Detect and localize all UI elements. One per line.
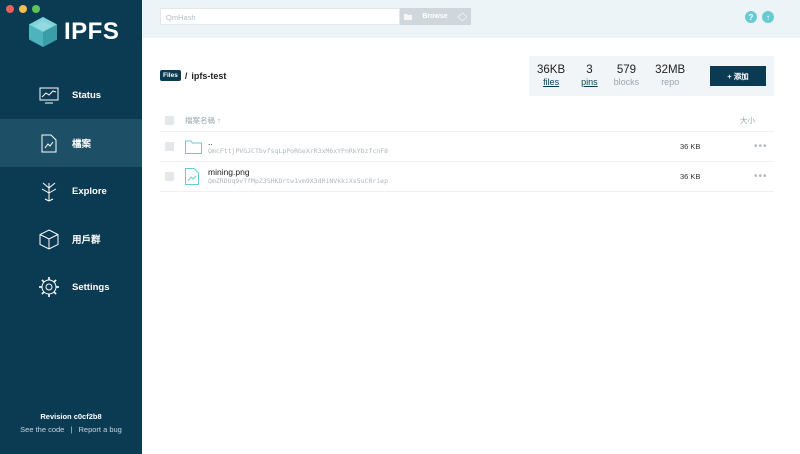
sidebar-item-status[interactable]: Status	[0, 71, 142, 119]
breadcrumb-separator: /	[184, 70, 188, 81]
close-window-button[interactable]	[6, 5, 14, 13]
sidebar-item-label: 用戶群	[72, 235, 101, 246]
breadcrumb: Files / ipfs-test	[160, 70, 226, 81]
more-options-icon[interactable]: •••	[754, 141, 774, 152]
file-name[interactable]: mining.png	[208, 167, 680, 177]
more-options-icon[interactable]: •••	[754, 171, 774, 182]
add-button[interactable]: + 添加	[710, 66, 766, 86]
browse-button[interactable]: Browse	[400, 8, 471, 25]
stat-label: files	[543, 77, 560, 87]
zoom-window-button[interactable]	[32, 5, 40, 13]
minimize-window-button[interactable]	[19, 5, 27, 13]
report-bug-link[interactable]: Report a bug	[78, 425, 121, 434]
stat-pins[interactable]: 3 pins	[573, 64, 606, 88]
status-monitor-icon	[38, 84, 60, 106]
row-checkbox[interactable]	[165, 142, 174, 151]
stat-label: repo	[661, 77, 680, 87]
sidebar-nav: Status 檔案 Explore 用戶群 Settings	[0, 71, 142, 311]
file-size: 36 KB	[680, 172, 701, 181]
file-size: 36 KB	[680, 142, 701, 151]
breadcrumb-root[interactable]: Files	[160, 70, 181, 81]
stat-label: pins	[581, 77, 598, 87]
files-table: 檔案名稱 ↑ 大小 .. QmcFttjPVGJCTbvfsqLpPoRGeXr…	[160, 110, 774, 192]
size-column-header[interactable]: 大小	[716, 115, 774, 126]
breadcrumb-current: ipfs-test	[191, 70, 227, 81]
file-hash: QmZRDUq9vTfMpZ35HKDrtw1vm9X3dRiNVkkiXs5u…	[208, 177, 389, 185]
add-label: 添加	[733, 71, 749, 81]
sidebar-item-label: Status	[72, 89, 102, 101]
ipfs-cube-icon	[29, 17, 57, 47]
name-column-header[interactable]: 檔案名稱 ↑	[185, 115, 716, 126]
sidebar: IPFS Status 檔案 Explore 用戶群 Settings Revi…	[0, 0, 142, 454]
brand-name: IPFS	[64, 18, 120, 45]
add-plus-icon: +	[727, 71, 732, 81]
sidebar-item-settings[interactable]: Settings	[0, 263, 142, 311]
revision-info: Revision c0cf2b8 See the code | Report a…	[0, 412, 142, 434]
select-all-checkbox[interactable]	[165, 116, 174, 125]
stat-label: blocks	[613, 77, 640, 87]
hash-search-input[interactable]: QmHash	[160, 8, 400, 25]
stat-value: 32MB	[655, 64, 686, 76]
file-info: .. QmcFttjPVGJCTbvfsqLpPoRGeXrR3xM6xYPnR…	[208, 137, 680, 156]
table-row[interactable]: .. QmcFttjPVGJCTbvfsqLpPoRGeXrR3xM6xYPnR…	[160, 132, 774, 162]
row-checkbox[interactable]	[165, 172, 174, 181]
sidebar-item-label: Settings	[72, 281, 110, 293]
revision-label: Revision c0cf2b8	[40, 412, 102, 421]
settings-gear-icon	[38, 276, 60, 298]
folder-icon	[404, 14, 413, 20]
top-bar: QmHash Browse ? ↑	[142, 0, 800, 38]
sidebar-item-explore[interactable]: Explore	[0, 167, 142, 215]
language-icon[interactable]: ↑	[762, 11, 774, 23]
file-info: mining.png QmZRDUq9vTfMpZ35HKDrtw1vm9X3d…	[208, 167, 680, 186]
image-file-icon	[185, 168, 203, 185]
window-controls	[6, 5, 40, 13]
file-hash: QmcFttjPVGJCTbvfsqLpPoRGeXrR3xM6xYPnRkYb…	[208, 147, 389, 155]
globe-icon	[457, 12, 467, 21]
sidebar-item-files[interactable]: 檔案	[0, 119, 142, 167]
main-content: QmHash Browse ? ↑ Files / ipfs-test 36KB…	[142, 0, 800, 454]
footer-separator: |	[70, 425, 73, 434]
sidebar-item-peers[interactable]: 用戶群	[0, 215, 142, 263]
repo-stats: 36KB files 3 pins 579 blocks 32MB repo +…	[529, 56, 774, 96]
peers-cube-icon	[38, 228, 60, 250]
stat-blocks: 579 blocks	[606, 64, 648, 88]
ipfs-logo: IPFS	[28, 16, 119, 48]
browse-label: Browse	[422, 13, 448, 20]
files-icon	[38, 132, 60, 154]
footer-links: See the code | Report a bug	[0, 425, 142, 434]
stat-value: 3	[586, 64, 593, 76]
see-code-link[interactable]: See the code	[20, 425, 64, 434]
stat-files[interactable]: 36KB files	[529, 64, 573, 88]
file-name[interactable]: ..	[208, 137, 680, 147]
table-header: 檔案名稱 ↑ 大小	[160, 110, 774, 132]
stat-repo: 32MB repo	[647, 64, 693, 88]
table-row[interactable]: mining.png QmZRDUq9vTfMpZ35HKDrtw1vm9X3d…	[160, 162, 774, 192]
header-actions: ? ↑	[745, 11, 774, 23]
folder-icon	[185, 139, 203, 155]
help-icon[interactable]: ?	[745, 11, 757, 23]
stat-value: 36KB	[537, 64, 566, 76]
explore-tree-icon	[38, 180, 60, 202]
app-window: IPFS Status 檔案 Explore 用戶群 Settings Revi…	[0, 0, 800, 454]
sidebar-item-label: 檔案	[72, 139, 92, 150]
sidebar-item-label: Explore	[72, 185, 107, 197]
stat-value: 579	[616, 64, 636, 76]
